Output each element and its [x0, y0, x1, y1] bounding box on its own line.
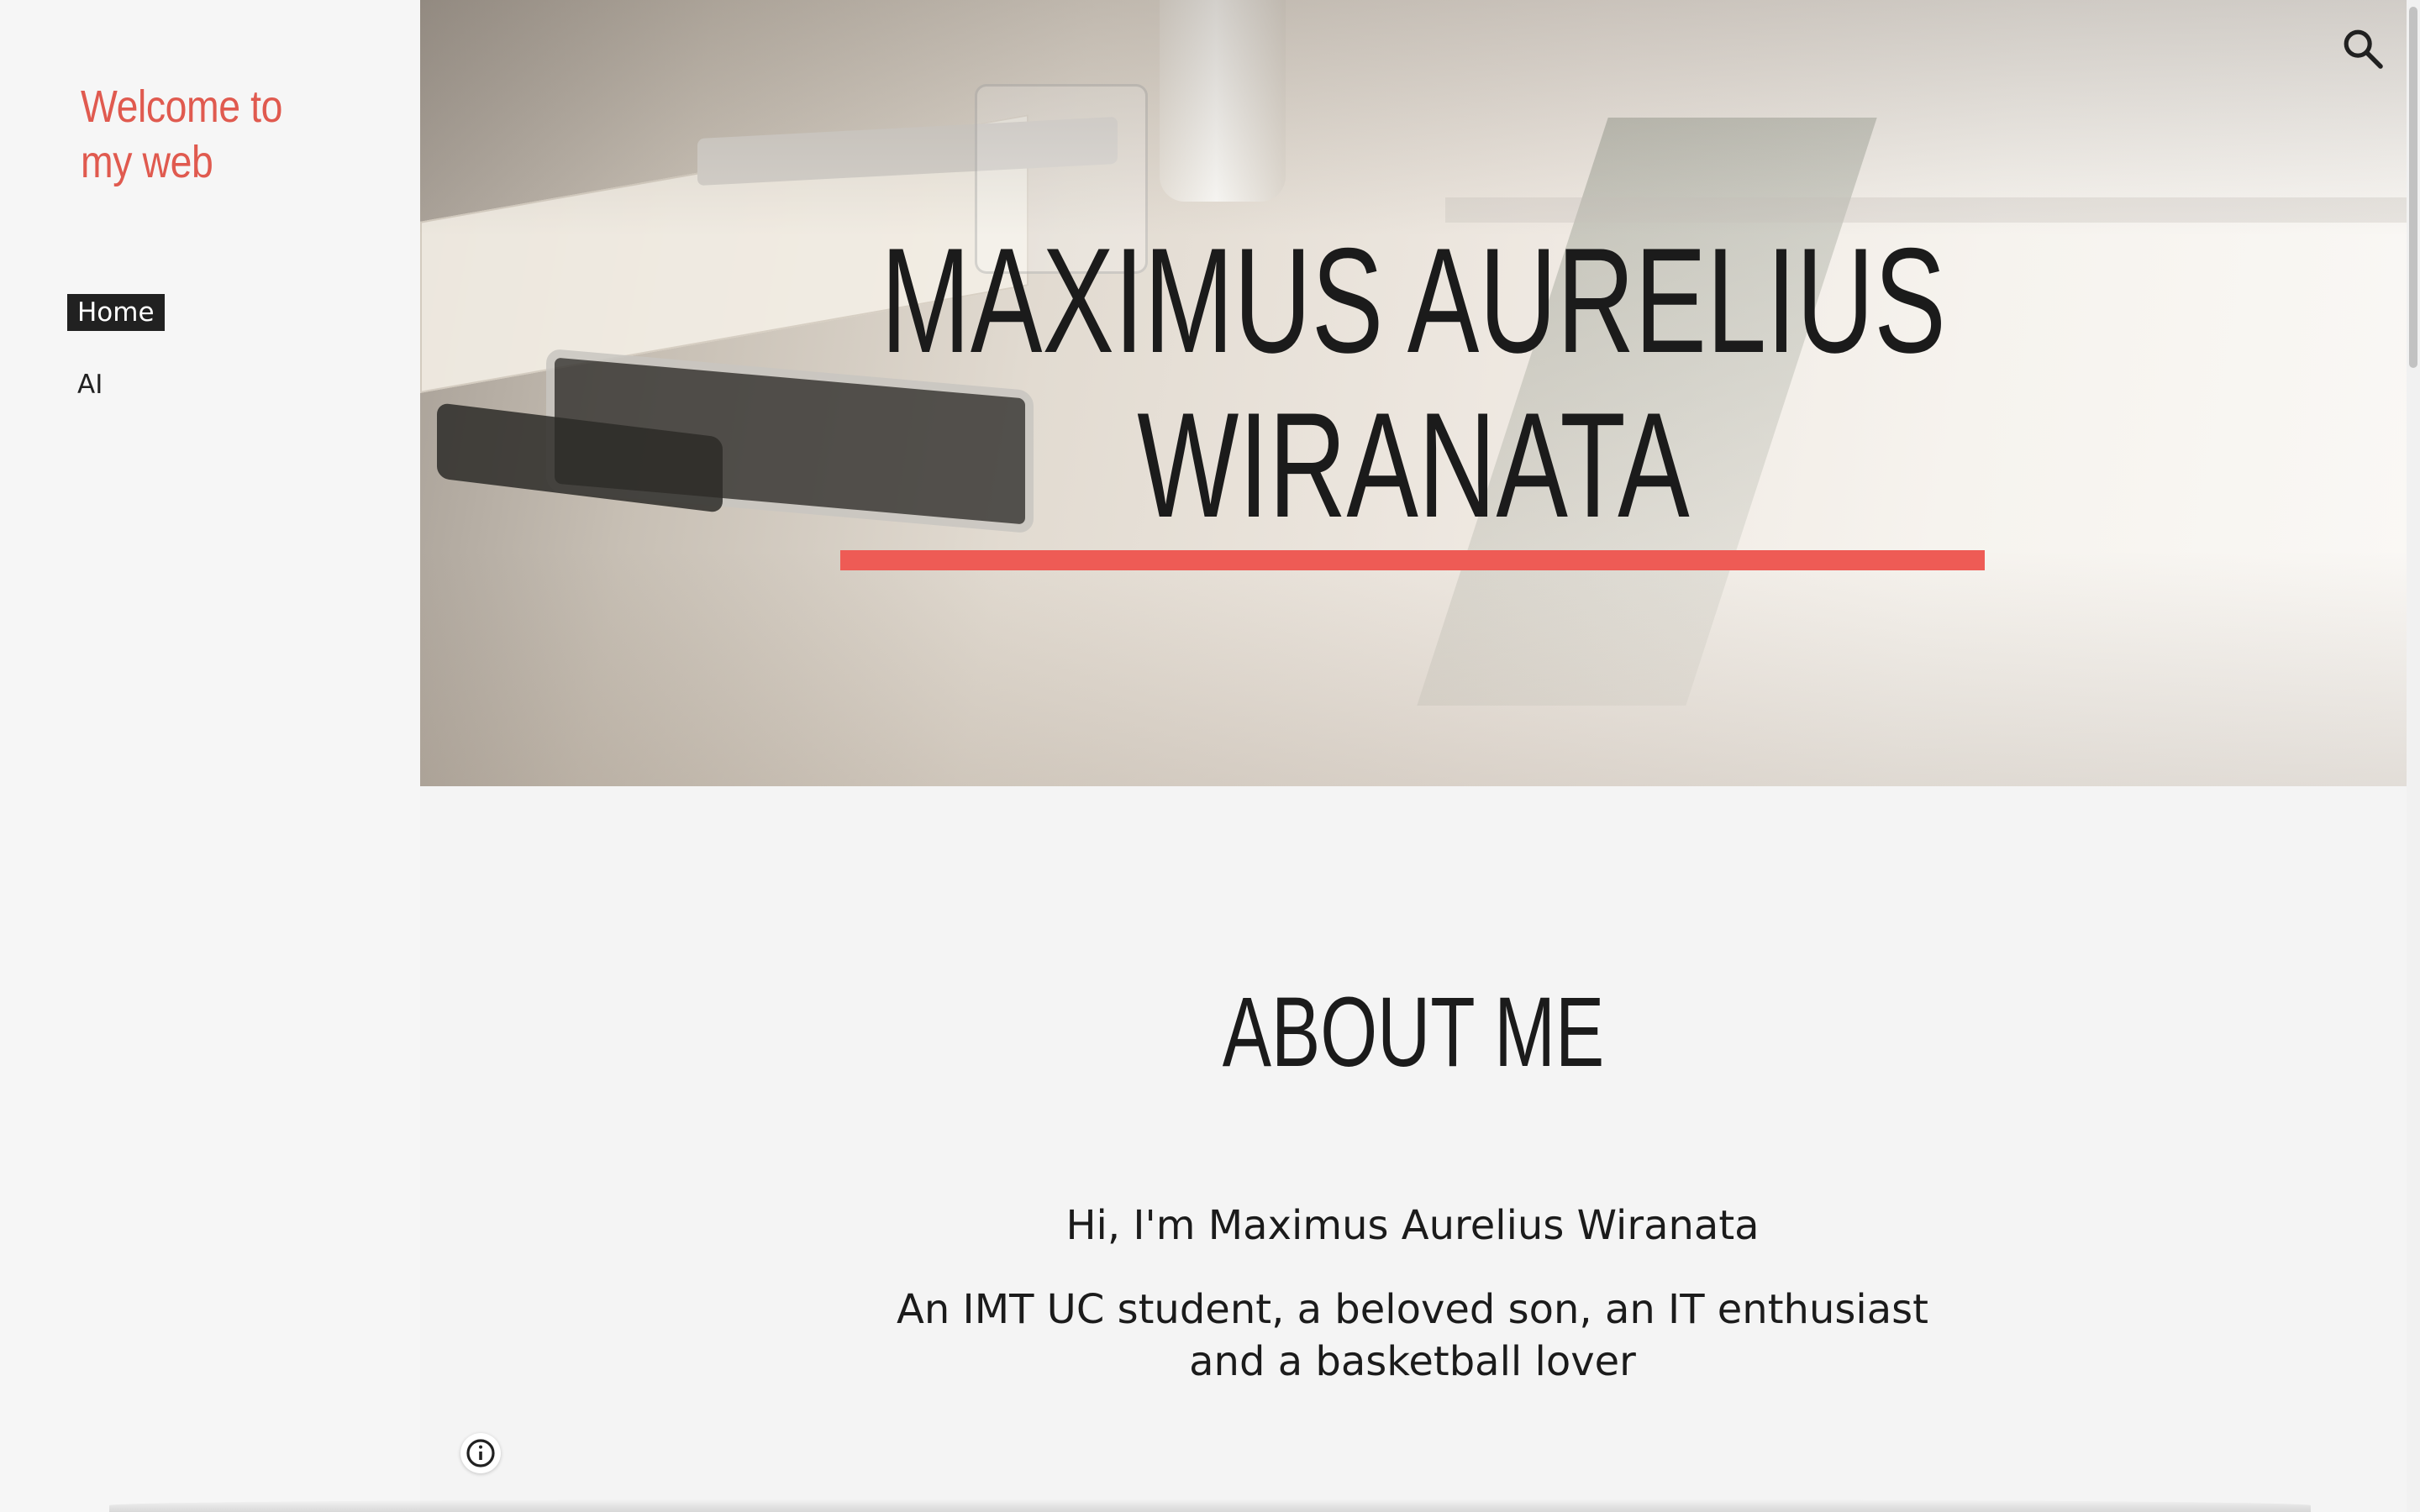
hero-banner: MAXIMUS AURELIUS WIRANATA [420, 0, 2407, 786]
page: Welcome to my web Home AI MAXIMUS AURELI… [0, 0, 2420, 1512]
search-icon [2344, 29, 2383, 69]
sidebar-nav: Home AI [67, 294, 165, 438]
nav-item-ai[interactable]: AI [67, 366, 113, 403]
site-title[interactable]: Welcome to my web [81, 79, 341, 190]
bottom-edge-shadow [109, 1499, 2311, 1512]
hero-divider [840, 550, 1985, 570]
sidebar: Welcome to my web Home AI [0, 0, 420, 1512]
scrollbar-thumb[interactable] [2409, 7, 2417, 368]
greeting-text: Hi, I'm Maximus Aurelius Wiranata [1065, 1202, 1760, 1249]
page-scrollbar[interactable] [2407, 0, 2420, 1512]
search-button[interactable] [2339, 25, 2386, 72]
main-content: ABOUT ME Hi, I'm Maximus Aurelius Wirana… [420, 786, 2407, 1512]
description-text: An IMT UC student, a beloved son, an IT … [897, 1286, 1928, 1385]
site-info-button[interactable] [460, 1433, 501, 1473]
section-heading: ABOUT ME [1222, 977, 1605, 1088]
info-icon [466, 1439, 495, 1467]
nav-item-home[interactable]: Home [67, 294, 165, 331]
hero-title: MAXIMUS AURELIUS WIRANATA [881, 217, 1946, 549]
intro-text: Hi, I'm Maximus Aurelius Wiranata An IMT… [840, 1200, 1985, 1388]
